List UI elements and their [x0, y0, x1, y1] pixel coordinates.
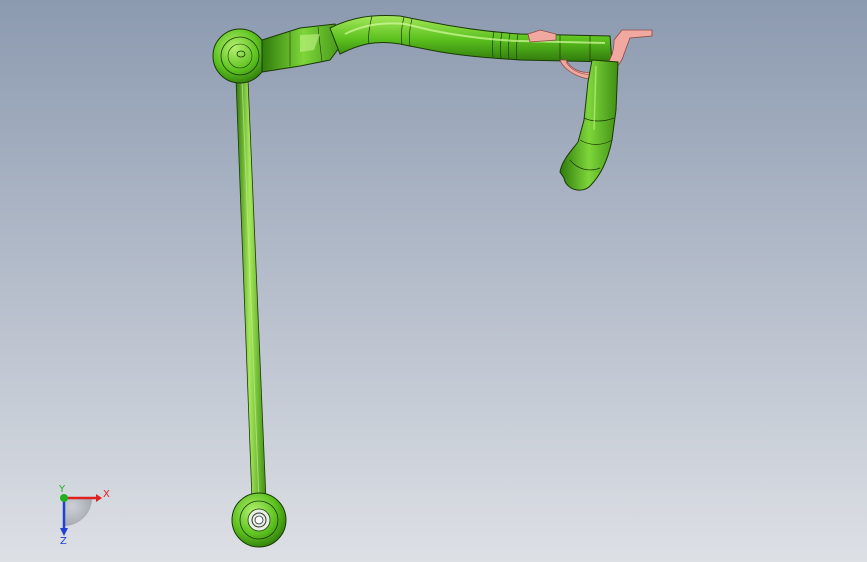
z-axis-arrow [60, 528, 68, 536]
z-axis-label: Z [60, 536, 67, 546]
x-axis-arrow [96, 494, 102, 502]
lower-ball-joint[interactable] [231, 492, 287, 548]
y-axis-dot [60, 494, 68, 502]
triad-shading [64, 498, 92, 526]
3d-viewport[interactable]: X Y Z [0, 0, 867, 562]
x-axis-label: X [103, 489, 110, 500]
viewport-background [0, 0, 867, 562]
model-scene[interactable] [0, 0, 867, 562]
axis-triad: X Y Z [58, 484, 110, 546]
y-axis-label: Y [58, 484, 66, 495]
upper-ball-joint[interactable] [212, 28, 268, 84]
